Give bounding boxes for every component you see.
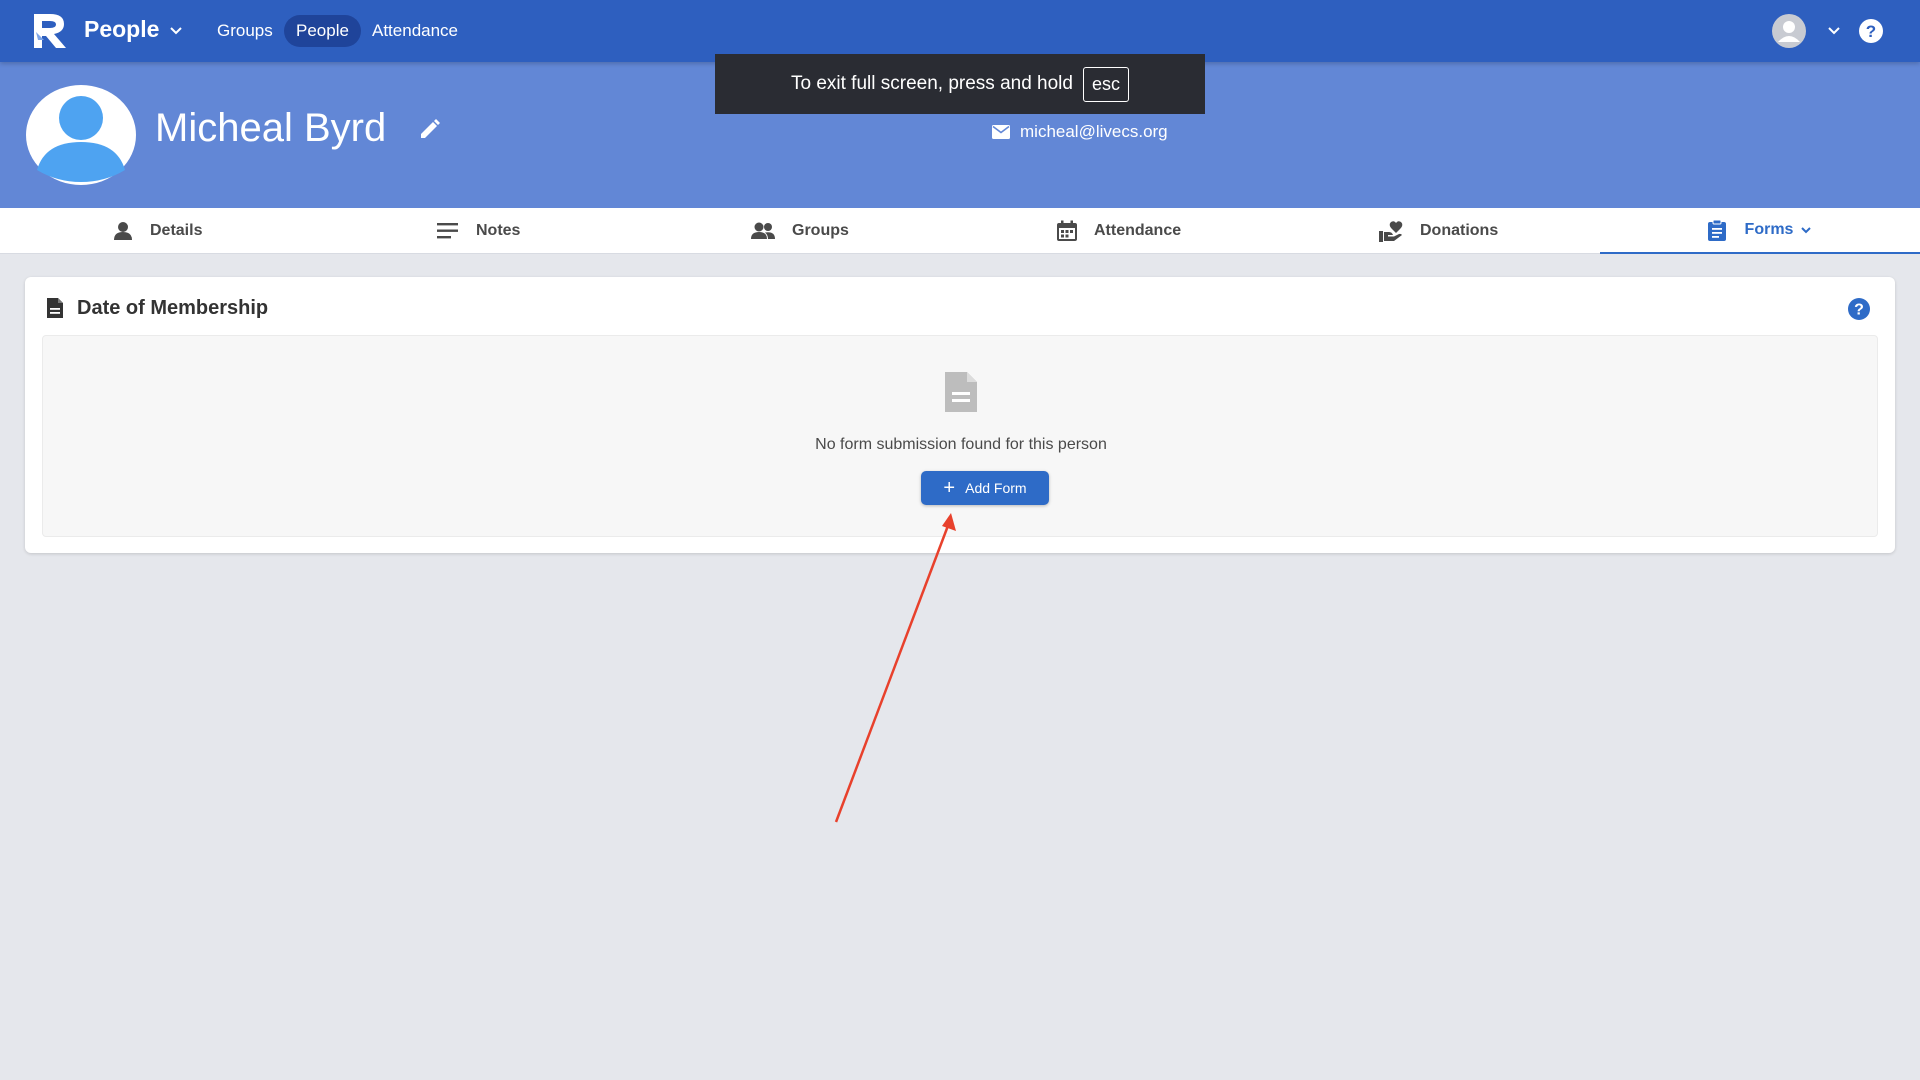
- tab-details-label: Details: [150, 222, 203, 239]
- tab-notes[interactable]: Notes: [436, 208, 520, 254]
- fullscreen-toast: To exit full screen, press and hold esc: [715, 54, 1205, 114]
- user-avatar-icon[interactable]: [1772, 14, 1806, 48]
- profile-avatar[interactable]: [25, 84, 137, 186]
- mail-icon: [992, 125, 1010, 139]
- tab-groups[interactable]: Groups: [750, 208, 849, 254]
- esc-key-badge: esc: [1082, 66, 1129, 102]
- svg-text:?: ?: [1854, 302, 1864, 319]
- calendar-icon: [1057, 220, 1077, 241]
- chevron-down-icon[interactable]: [1799, 223, 1813, 237]
- email-contact[interactable]: micheal@livecs.org: [992, 122, 1168, 142]
- add-form-label: Add Form: [965, 480, 1027, 496]
- top-navbar: People Groups People Attendance ?: [0, 0, 1920, 62]
- empty-document-icon: [945, 372, 977, 412]
- tab-notes-label: Notes: [476, 222, 521, 239]
- app-logo-icon[interactable]: [30, 12, 70, 50]
- nav-groups[interactable]: Groups: [205, 15, 285, 47]
- tab-groups-label: Groups: [792, 222, 849, 239]
- empty-state: No form submission found for this person…: [42, 335, 1878, 537]
- nav-people[interactable]: People: [284, 15, 361, 47]
- card-title: Date of Membership: [77, 297, 269, 319]
- tab-details[interactable]: Details: [112, 208, 202, 254]
- app-title[interactable]: People: [84, 16, 159, 43]
- email-text[interactable]: micheal@livecs.org: [1020, 122, 1168, 142]
- person-icon: [114, 222, 132, 240]
- tab-forms[interactable]: Forms: [1600, 208, 1920, 254]
- empty-message: No form submission found for this person: [815, 436, 1107, 453]
- chevron-down-icon[interactable]: [168, 22, 184, 38]
- toast-text: To exit full screen, press and hold: [790, 73, 1073, 94]
- help-icon[interactable]: ?: [1858, 18, 1884, 44]
- groups-icon: [751, 222, 775, 239]
- donations-icon: [1379, 221, 1403, 242]
- edit-pencil-icon[interactable]: [416, 117, 442, 143]
- tab-donations-label: Donations: [1420, 222, 1499, 239]
- tab-attendance[interactable]: Attendance: [1056, 208, 1181, 254]
- tab-attendance-label: Attendance: [1094, 222, 1182, 239]
- clipboard-icon: [1707, 219, 1726, 241]
- nav-attendance[interactable]: Attendance: [360, 15, 470, 47]
- form-card: Date of Membership ? No form submission …: [25, 277, 1895, 553]
- tab-forms-label: Forms: [1744, 221, 1794, 238]
- help-icon[interactable]: ?: [1847, 297, 1871, 321]
- user-menu-chevron-icon[interactable]: [1826, 22, 1842, 38]
- add-form-button[interactable]: + Add Form: [921, 471, 1049, 505]
- notes-icon: [437, 223, 458, 239]
- tab-donations[interactable]: Donations: [1378, 208, 1498, 254]
- person-name: Micheal Byrd: [155, 106, 387, 150]
- plus-icon: +: [943, 477, 956, 499]
- profile-tabs: Details Notes Groups Attendance Donation…: [0, 208, 1920, 254]
- document-icon: [47, 298, 63, 318]
- svg-text:?: ?: [1866, 22, 1876, 41]
